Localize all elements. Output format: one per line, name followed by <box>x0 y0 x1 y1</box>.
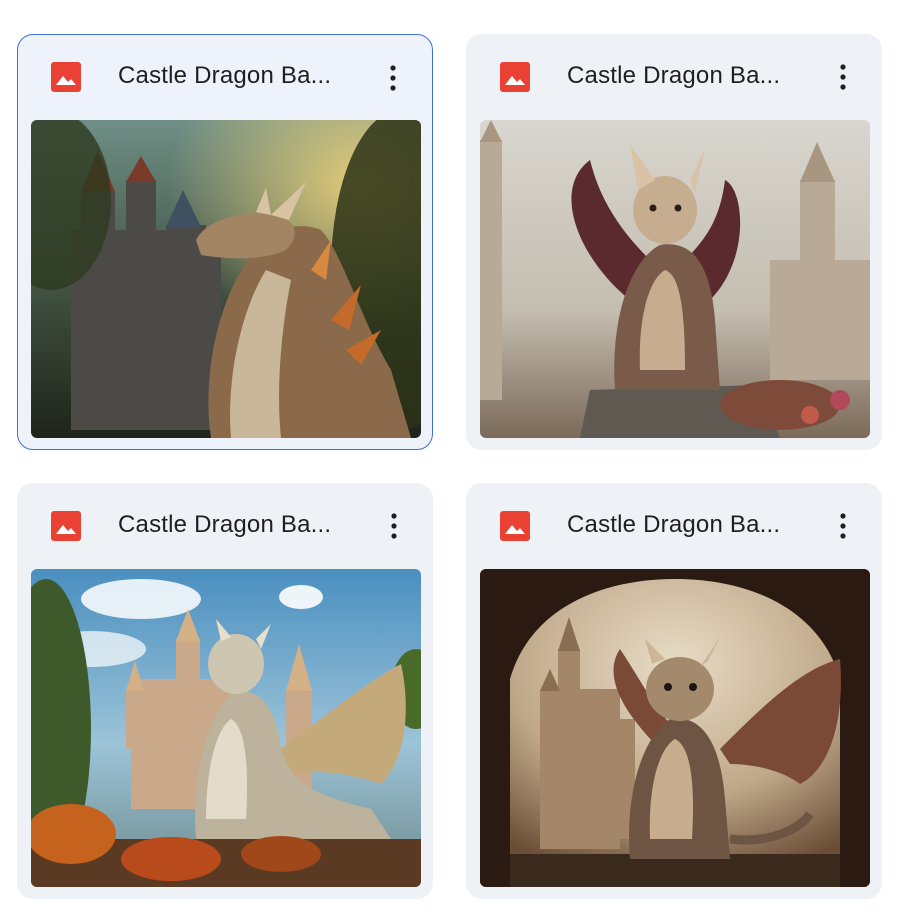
file-card-header: Castle Dragon Ba... <box>17 483 433 569</box>
file-card-header: Castle Dragon Ba... <box>466 34 882 120</box>
file-name: Castle Dragon Ba... <box>118 511 332 538</box>
file-name: Castle Dragon Ba... <box>118 62 332 89</box>
more-options-button[interactable] <box>376 58 410 98</box>
file-card[interactable]: Castle Dragon Ba... <box>17 483 433 899</box>
more-options-button[interactable] <box>826 57 860 97</box>
file-card[interactable]: Castle Dragon Ba... <box>466 34 882 450</box>
file-card-header: Castle Dragon Ba... <box>18 35 432 121</box>
file-name: Castle Dragon Ba... <box>567 511 781 538</box>
file-name: Castle Dragon Ba... <box>567 62 781 89</box>
image-file-icon <box>500 62 530 92</box>
more-vert-icon <box>390 65 396 91</box>
file-card[interactable]: Castle Dragon Ba... <box>17 34 433 450</box>
file-thumbnail[interactable] <box>480 569 870 887</box>
more-options-button[interactable] <box>826 506 860 546</box>
more-vert-icon <box>840 64 846 90</box>
more-vert-icon <box>840 513 846 539</box>
more-vert-icon <box>391 513 397 539</box>
image-file-icon <box>51 62 81 92</box>
file-thumbnail[interactable] <box>31 569 421 887</box>
more-options-button[interactable] <box>377 506 411 546</box>
image-file-icon <box>51 511 81 541</box>
file-card-header: Castle Dragon Ba... <box>466 483 882 569</box>
file-thumbnail[interactable] <box>31 120 421 438</box>
image-file-icon <box>500 511 530 541</box>
file-thumbnail[interactable] <box>480 120 870 438</box>
file-card[interactable]: Castle Dragon Ba... <box>466 483 882 899</box>
